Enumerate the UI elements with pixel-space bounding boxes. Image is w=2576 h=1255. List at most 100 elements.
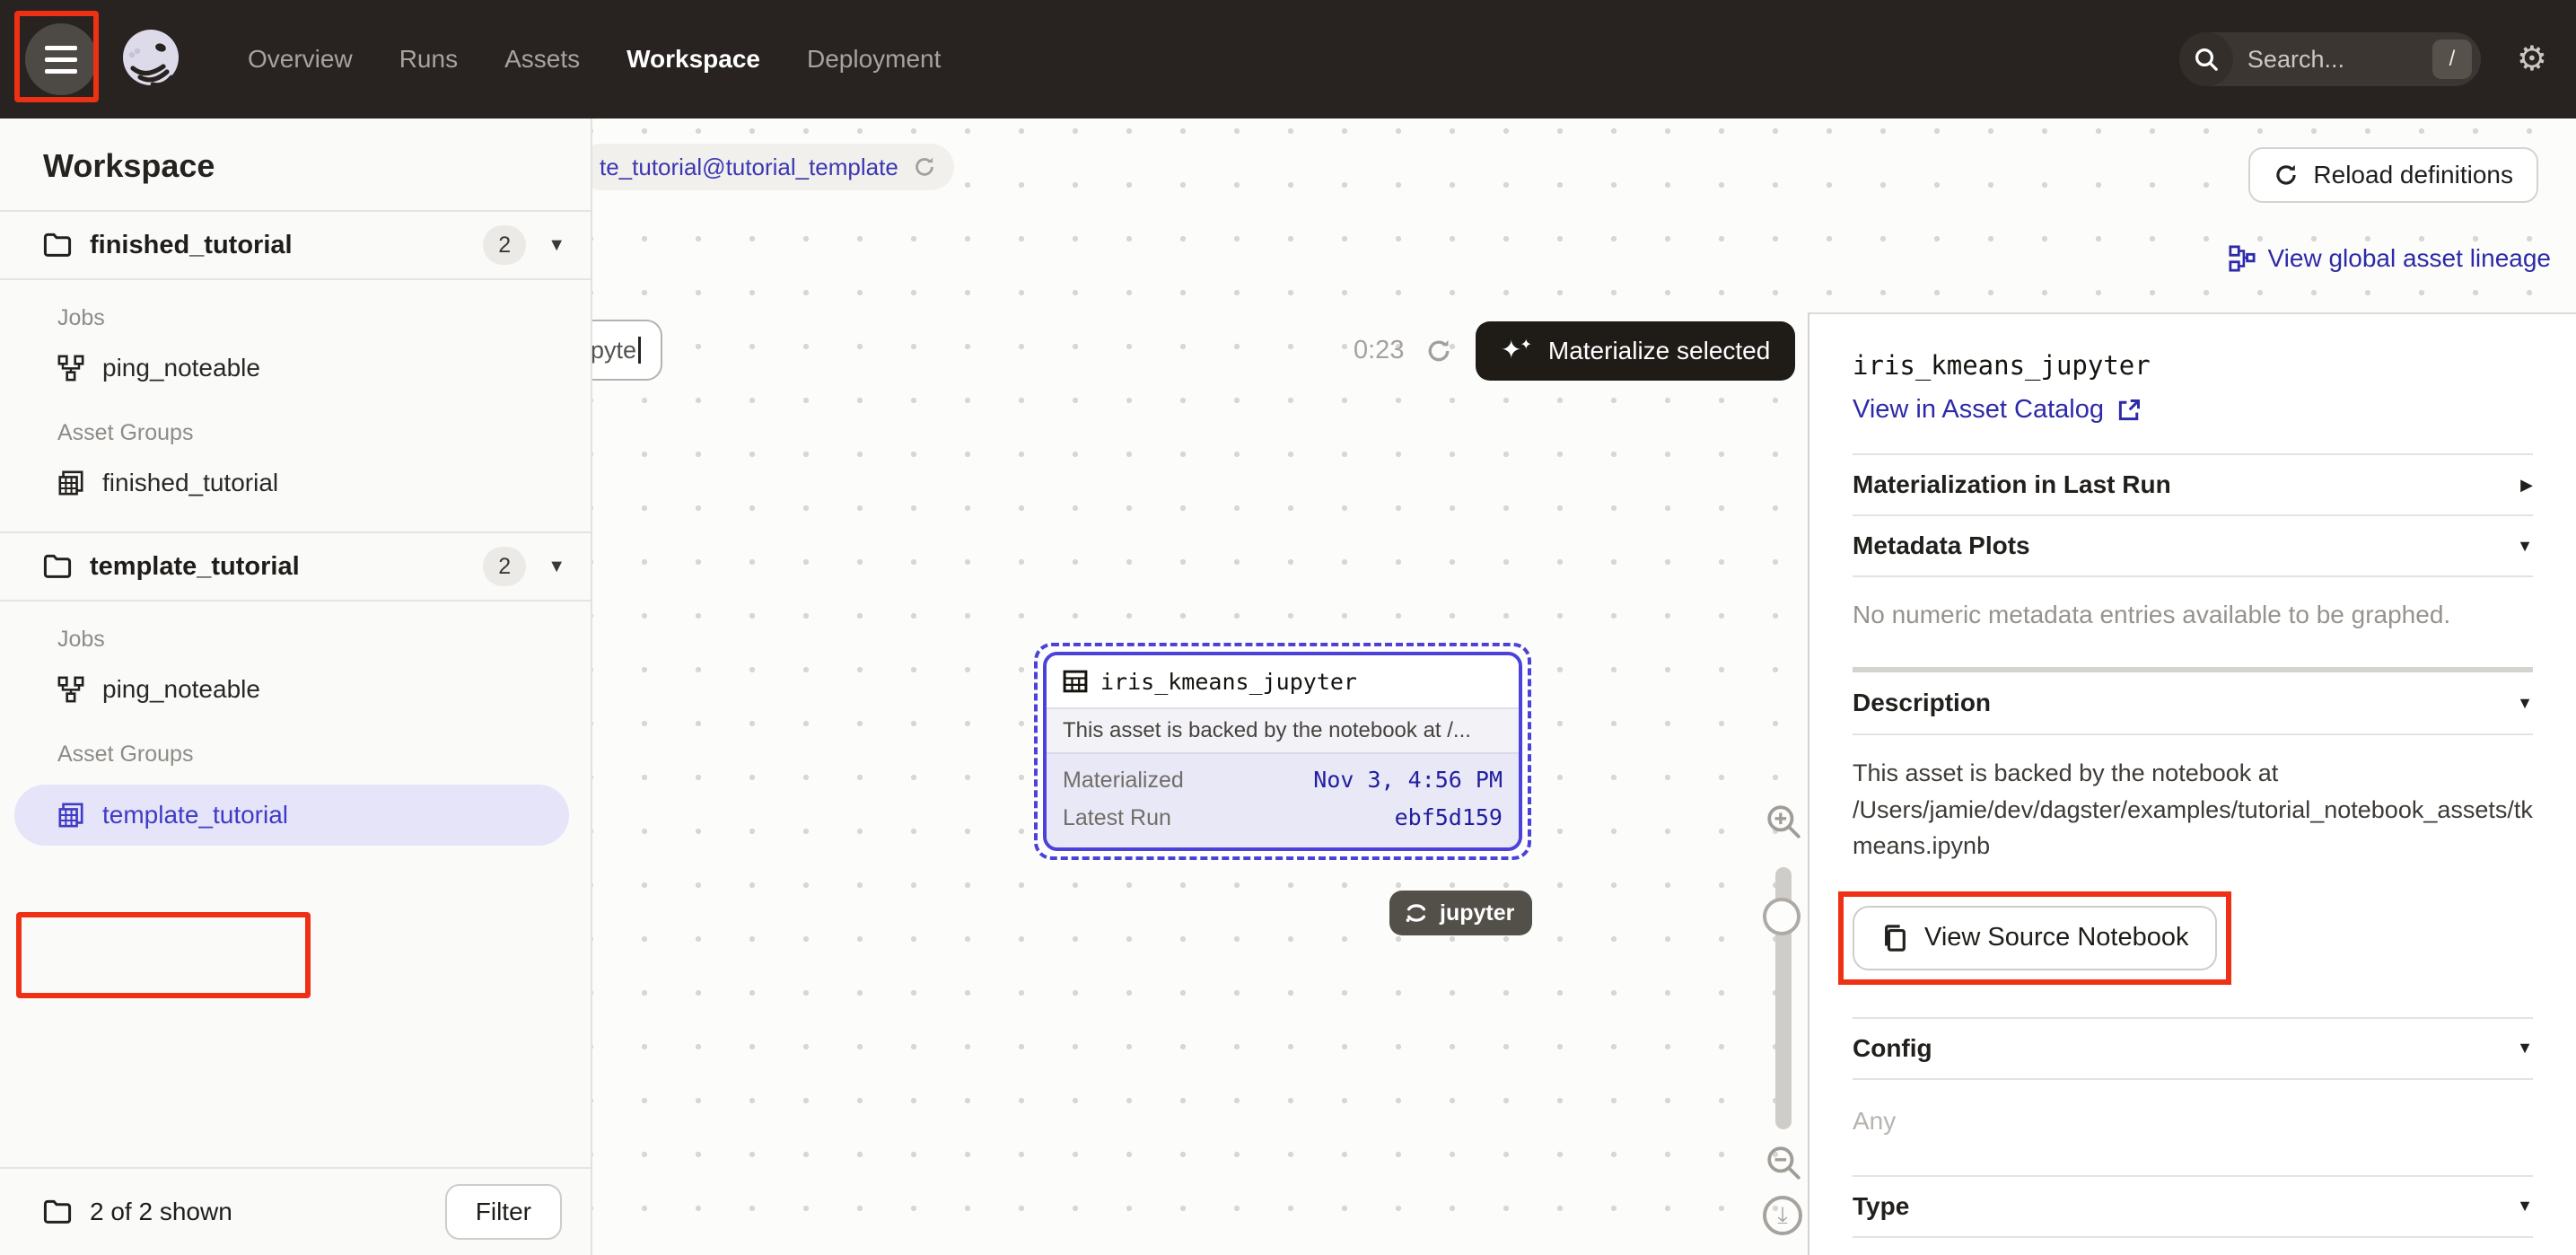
reload-definitions-button[interactable]: Reload definitions <box>2248 147 2538 203</box>
nav-assets[interactable]: Assets <box>504 45 580 74</box>
jupyter-tag[interactable]: jupyter <box>1389 891 1532 935</box>
zoom-slider-handle[interactable] <box>1763 898 1801 935</box>
chevron-down-icon: ▼ <box>2517 694 2533 713</box>
section-label: Materialization in Last Run <box>1853 470 2171 499</box>
section-label: Description <box>1853 689 1991 717</box>
section-description[interactable]: Description ▼ <box>1853 672 2533 733</box>
section-type[interactable]: Type ▼ <box>1853 1175 2533 1236</box>
chevron-down-icon[interactable]: ▼ <box>548 235 565 256</box>
chevron-right-icon: ▶ <box>2520 476 2533 495</box>
annotation-box-source-notebook: View Source Notebook <box>1838 891 2231 985</box>
type-value: Any <box>1853 1238 2533 1255</box>
asset-group-name: template_tutorial <box>102 801 288 829</box>
sidebar-item-job-ping-noteable[interactable]: ping_noteable <box>0 663 591 716</box>
settings-gear-icon[interactable]: ⚙ <box>2517 42 2547 76</box>
materialize-selected-button[interactable]: ✦✦ Materialize selected <box>1476 321 1795 381</box>
sidebar-item-job-ping-noteable[interactable]: ping_noteable <box>0 341 591 395</box>
jupyter-icon <box>1404 900 1429 926</box>
asset-group-icon <box>57 802 84 829</box>
section-label: Type <box>1853 1192 1909 1221</box>
stat-label: Materialized <box>1063 761 1184 799</box>
repo-count-badge: 2 <box>483 225 526 265</box>
sidebar-item-group-template-tutorial-selected[interactable]: template_tutorial <box>14 785 569 846</box>
repo-row-template-tutorial[interactable]: template_tutorial 2 ▼ <box>0 531 591 601</box>
repo-row-finished-tutorial[interactable]: finished_tutorial 2 ▼ <box>0 210 591 280</box>
filter-button[interactable]: Filter <box>445 1184 562 1240</box>
sparkle-icon: ✦✦ <box>1501 338 1534 363</box>
asset-groups-section-label: Asset Groups <box>57 420 591 452</box>
graph-filter-input[interactable]: pyte <box>592 320 662 381</box>
metadata-empty-text: No numeric metadata entries available to… <box>1853 577 2533 667</box>
code-location-label: te_tutorial@tutorial_template <box>600 154 898 181</box>
jobs-section-label: Jobs <box>57 305 591 338</box>
view-in-asset-catalog-link[interactable]: View in Asset Catalog <box>1853 395 2142 425</box>
menu-button[interactable] <box>25 23 97 95</box>
graph-filter-text: pyte <box>592 337 636 364</box>
refresh-icon[interactable] <box>913 155 936 179</box>
description-body: This asset is backed by the notebook at … <box>1853 733 2533 1017</box>
asset-group-name: finished_tutorial <box>102 469 278 497</box>
asset-node-title: iris_kmeans_jupyter <box>1100 669 1357 695</box>
nav-items: Overview Runs Assets Workspace Deploymen… <box>248 45 941 74</box>
type-body: Any <box>1853 1236 2533 1255</box>
job-icon <box>57 355 84 382</box>
chevron-down-icon: ▼ <box>2517 1197 2533 1216</box>
section-metadata-plots[interactable]: Metadata Plots ▼ <box>1853 514 2533 575</box>
top-nav: Overview Runs Assets Workspace Deploymen… <box>0 0 2576 118</box>
code-location-chip[interactable]: te_tutorial@tutorial_template <box>592 144 954 190</box>
nav-workspace[interactable]: Workspace <box>626 45 760 74</box>
section-label: Metadata Plots <box>1853 531 2030 560</box>
description-text: This asset is backed by the notebook at … <box>1853 735 2533 864</box>
folder-icon <box>43 1199 72 1224</box>
config-value: Any <box>1853 1080 2533 1175</box>
panel-sections: Materialization in Last Run ▶ Metadata P… <box>1853 453 2533 1255</box>
chevron-down-icon: ▼ <box>2517 537 2533 556</box>
asset-node-stats: Materialized Nov 3, 4:56 PM Latest Run e… <box>1047 752 1519 847</box>
panel-asset-title: iris_kmeans_jupyter <box>1853 350 2533 381</box>
asset-groups-section-label: Asset Groups <box>57 742 591 774</box>
nav-overview[interactable]: Overview <box>248 45 353 74</box>
asset-node-card: iris_kmeans_jupyter This asset is backed… <box>1043 652 1522 851</box>
jupyter-tag-label: jupyter <box>1440 900 1514 926</box>
stat-value[interactable]: Nov 3, 4:56 PM <box>1313 761 1503 799</box>
folder-icon <box>43 233 72 258</box>
section-config[interactable]: Config ▼ <box>1853 1017 2533 1078</box>
lineage-icon <box>2229 245 2256 272</box>
search-input[interactable]: Search... / <box>2179 32 2481 86</box>
stat-label: Latest Run <box>1063 799 1171 837</box>
chevron-down-icon[interactable]: ▼ <box>548 557 565 577</box>
section-materialization-last-run[interactable]: Materialization in Last Run ▶ <box>1853 453 2533 514</box>
dagster-app: Overview Runs Assets Workspace Deploymen… <box>0 0 2576 1255</box>
table-grid-icon <box>1063 669 1088 694</box>
external-link-icon <box>2116 398 2142 423</box>
global-asset-lineage-link[interactable]: View global asset lineage <box>2229 244 2551 273</box>
sidebar-title: Workspace <box>0 118 591 210</box>
asset-graph-canvas[interactable]: te_tutorial@tutorial_template Reload def… <box>592 118 2576 1255</box>
asset-node-header: iris_kmeans_jupyter <box>1047 655 1519 707</box>
folder-icon <box>43 554 72 579</box>
stat-value[interactable]: ebf5d159 <box>1395 799 1503 837</box>
refresh-icon[interactable] <box>1425 338 1452 364</box>
notebook-copy-icon <box>1881 924 1908 952</box>
job-name: ping_noteable <box>102 354 260 382</box>
chevron-down-icon: ▼ <box>2517 1039 2533 1058</box>
sidebar-footer: 2 of 2 shown Filter <box>0 1167 591 1255</box>
job-name: ping_noteable <box>102 675 260 704</box>
nav-runs[interactable]: Runs <box>399 45 458 74</box>
asset-detail-panel: iris_kmeans_jupyter View in Asset Catalo… <box>1808 312 2576 1255</box>
search-shortcut-badge: / <box>2432 39 2472 79</box>
shown-count-text: 2 of 2 shown <box>90 1198 232 1226</box>
text-cursor <box>638 337 641 364</box>
repo-contents: Jobs ping_noteable Asset Groups finished… <box>0 305 591 531</box>
download-image-icon[interactable]: ⤓ <box>1763 1196 1802 1235</box>
sidebar-item-group-finished-tutorial[interactable]: finished_tutorial <box>0 456 591 510</box>
repo-count-badge: 2 <box>483 547 526 586</box>
workspace-sidebar: Workspace finished_tutorial 2 ▼ Jobs pin… <box>0 118 592 1255</box>
config-body: Any <box>1853 1078 2533 1175</box>
asset-node-selected[interactable]: iris_kmeans_jupyter This asset is backed… <box>1034 643 1531 860</box>
dagster-logo-icon[interactable] <box>115 23 187 95</box>
nav-deployment[interactable]: Deployment <box>807 45 941 74</box>
zoom-out-icon[interactable] <box>1765 1144 1802 1181</box>
view-source-notebook-button[interactable]: View Source Notebook <box>1853 906 2217 970</box>
zoom-in-icon[interactable] <box>1765 803 1802 840</box>
